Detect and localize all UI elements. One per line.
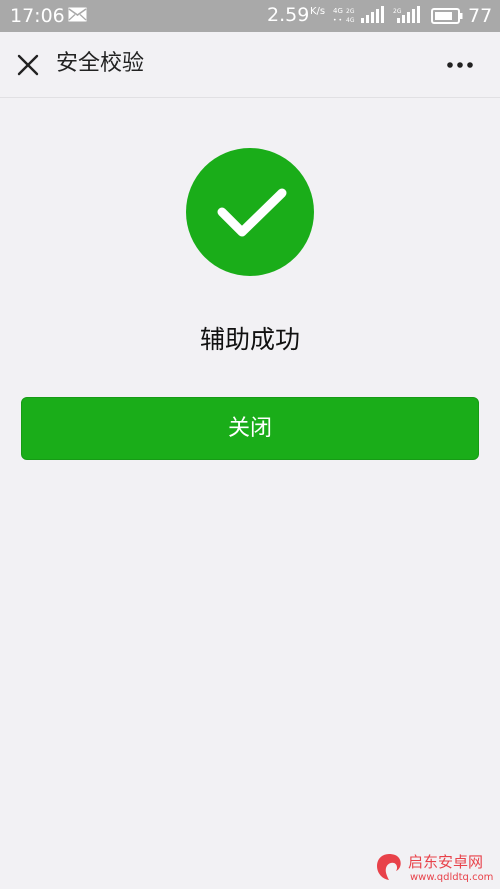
net-speed-unit: K/s bbox=[310, 6, 326, 17]
status-bar: 17:06 2.59 K/s 4G • • 2G 4G 2G 77 bbox=[0, 0, 500, 32]
nav-bar: 安全校验 bbox=[0, 32, 500, 98]
svg-text:4G: 4G bbox=[346, 17, 355, 24]
svg-text:4G: 4G bbox=[333, 7, 343, 15]
battery-icon bbox=[431, 8, 463, 24]
more-icon[interactable] bbox=[440, 51, 480, 79]
battery-percent: 77 bbox=[468, 5, 493, 27]
svg-text:2G: 2G bbox=[346, 8, 355, 15]
watermark: 启东安卓网 www.qdldtq.com bbox=[360, 846, 500, 889]
message-icon bbox=[68, 7, 87, 22]
close-icon[interactable] bbox=[14, 51, 42, 79]
watermark-url: www.qdldtq.com bbox=[410, 872, 494, 883]
svg-text:• •: • • bbox=[333, 17, 342, 24]
result-message: 辅助成功 bbox=[199, 325, 300, 354]
signal-4g-icon: 4G • • 2G 4G bbox=[333, 6, 384, 24]
watermark-name: 启东安卓网 bbox=[408, 853, 484, 871]
net-speed: 2.59 bbox=[267, 4, 310, 26]
checkmark-icon bbox=[217, 188, 287, 237]
close-button[interactable]: 关闭 bbox=[21, 397, 479, 460]
watermark-logo-icon bbox=[377, 854, 401, 880]
status-time: 17:06 bbox=[10, 5, 65, 27]
signal-2g-icon: 2G bbox=[393, 6, 420, 23]
svg-text:2G: 2G bbox=[393, 8, 402, 15]
page-title: 安全校验 bbox=[56, 51, 145, 76]
success-check-icon bbox=[186, 148, 314, 276]
